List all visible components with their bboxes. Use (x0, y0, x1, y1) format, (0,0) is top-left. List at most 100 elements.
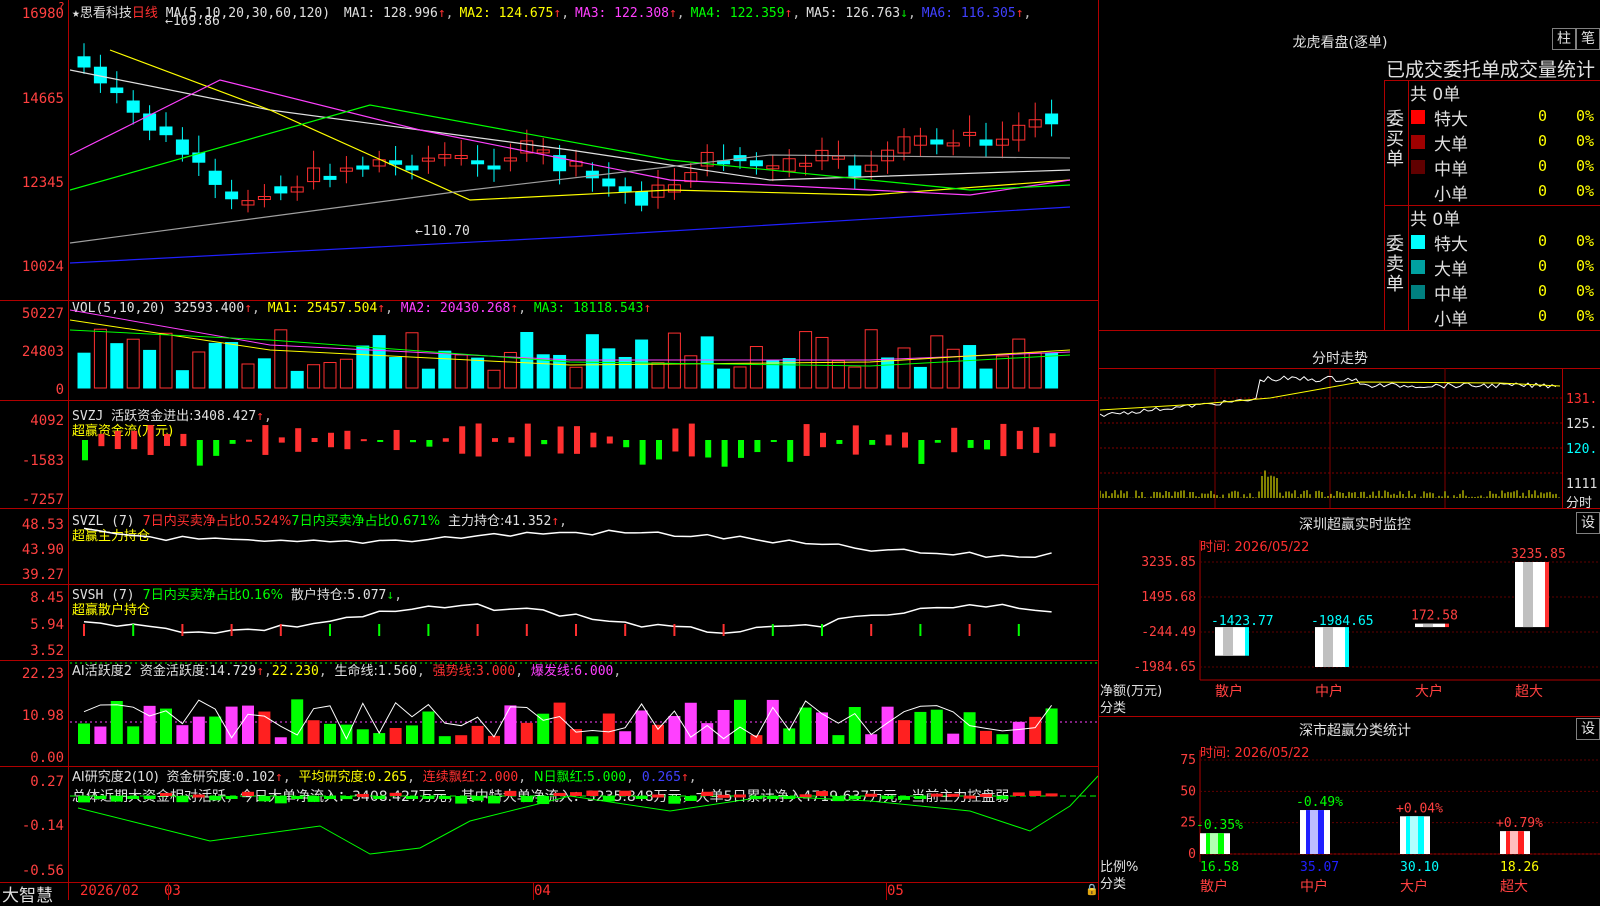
volume-bar (651, 362, 665, 389)
research-bar (865, 793, 878, 797)
monitor-xtick: 中户 (1315, 683, 1343, 700)
research-bar (832, 796, 845, 802)
volume-bar (1012, 338, 1026, 389)
candle-body (635, 191, 649, 206)
volume-bar (225, 342, 239, 389)
candle-body (208, 170, 222, 185)
buy-side-label: 委买单 (1386, 109, 1404, 170)
candle-body (159, 126, 173, 136)
bar-mode-button[interactable]: 柱 (1552, 28, 1576, 50)
research-bar (980, 793, 992, 797)
panel-divider (1098, 0, 1099, 900)
research-bar (160, 792, 172, 796)
candle-body (585, 170, 599, 179)
classify-ytick: 0 (1188, 847, 1196, 862)
svzj-chart[interactable] (70, 400, 1098, 508)
monitor-xlabel: 分类 (1100, 701, 1127, 716)
activity-bar (602, 713, 615, 744)
flow-bar (246, 439, 252, 442)
flow-bar (147, 425, 154, 455)
activity-bar (373, 733, 386, 744)
monitor-chart[interactable]: 3235.85 1495.68 -244.49 -1984.65 -1423.77 散户 -… (1100, 540, 1600, 710)
activity-bar (930, 709, 943, 744)
divider (1098, 330, 1600, 331)
lhb-title: 龙虎看盘(逐单) (1292, 35, 1388, 51)
research-bar (110, 796, 123, 802)
activity-bar (816, 712, 828, 744)
order-type-label: 大单 (1434, 135, 1468, 155)
svzj-ytick: -1583 (21, 453, 64, 469)
research-bar (291, 796, 304, 799)
research-line (77, 775, 1098, 855)
candle-body (749, 160, 763, 167)
flow-bar (213, 440, 220, 456)
volume-bar (897, 347, 911, 389)
volume-bar (848, 366, 862, 389)
ai-active-chart[interactable] (70, 660, 1098, 766)
tick (886, 882, 887, 900)
flow-bar (229, 440, 236, 444)
intraday-ytick: 131. (1566, 392, 1598, 407)
volume-bar (175, 370, 189, 389)
retail-position-line (83, 603, 1052, 634)
volume-bar (389, 357, 403, 389)
flow-bar (820, 432, 826, 448)
candle-body (471, 160, 485, 165)
order-total: 共 0单 (1410, 85, 1461, 105)
flow-bar (623, 440, 630, 448)
candle-body (143, 113, 157, 131)
activity-bar (438, 736, 451, 744)
tick (168, 882, 169, 900)
flow-bar (344, 430, 351, 450)
candle-body (175, 139, 189, 155)
volume-bar (733, 366, 747, 389)
activity-bar (110, 701, 123, 744)
research-bar (488, 796, 500, 804)
volume-bar (684, 355, 698, 389)
volume-bar (143, 349, 157, 389)
research-bar (192, 794, 205, 798)
classify-chart[interactable]: 75 50 25 0-0.35% 16.58 散户 -0.49% 35.07 中户 +0.04% 3… (1100, 750, 1600, 900)
activity-bar (471, 725, 484, 744)
activity-bar (947, 733, 960, 744)
intraday-chart[interactable] (1100, 368, 1562, 508)
ai-research-chart[interactable] (70, 766, 1098, 882)
ai-active-ytick: 22.23 (21, 666, 64, 682)
svsh-chart[interactable] (70, 584, 1098, 660)
flow-bar (377, 440, 384, 442)
monitor-settings-button[interactable]: 设 (1576, 512, 1600, 534)
high-label: ←169.86 (165, 14, 220, 29)
research-bar (471, 796, 484, 801)
research-bar (356, 793, 369, 797)
candlestick-chart[interactable] (70, 0, 1098, 300)
flow-bar (836, 440, 843, 444)
xaxis-label: 03 (164, 883, 181, 899)
lock-icon[interactable]: 🔒 (1085, 883, 1099, 896)
flow-bar (459, 426, 466, 454)
svzl-chart[interactable] (70, 508, 1098, 584)
classify-xtick: 中户 (1300, 878, 1328, 895)
classify-settings-button[interactable]: 设 (1576, 718, 1600, 740)
volume-bar (159, 332, 173, 389)
activity-bar (553, 702, 566, 744)
activity-bar (799, 707, 812, 744)
divider (1562, 368, 1563, 508)
activity-bar (127, 726, 140, 744)
activity-bar (455, 735, 468, 744)
flow-bar (721, 440, 728, 467)
classify-value-label: 30.10 (1400, 860, 1439, 875)
xaxis-label: 05 (887, 883, 904, 899)
volume-bar (356, 345, 370, 389)
svzl-ytick: 39.27 (21, 567, 64, 583)
research-bar (225, 796, 238, 799)
monitor-xtick: 大户 (1415, 683, 1443, 700)
volume-chart[interactable] (70, 300, 1098, 400)
tick-mode-button[interactable]: 笔 (1576, 28, 1600, 50)
monitor-xtick: 超大 (1515, 684, 1543, 700)
flow-bar (82, 440, 88, 461)
research-bar (652, 794, 664, 798)
volume-bar (963, 345, 977, 389)
flow-bar (1049, 433, 1056, 447)
svsh-ytick: 3.52 (30, 643, 64, 659)
vol-ytick: 24803 (21, 344, 64, 360)
